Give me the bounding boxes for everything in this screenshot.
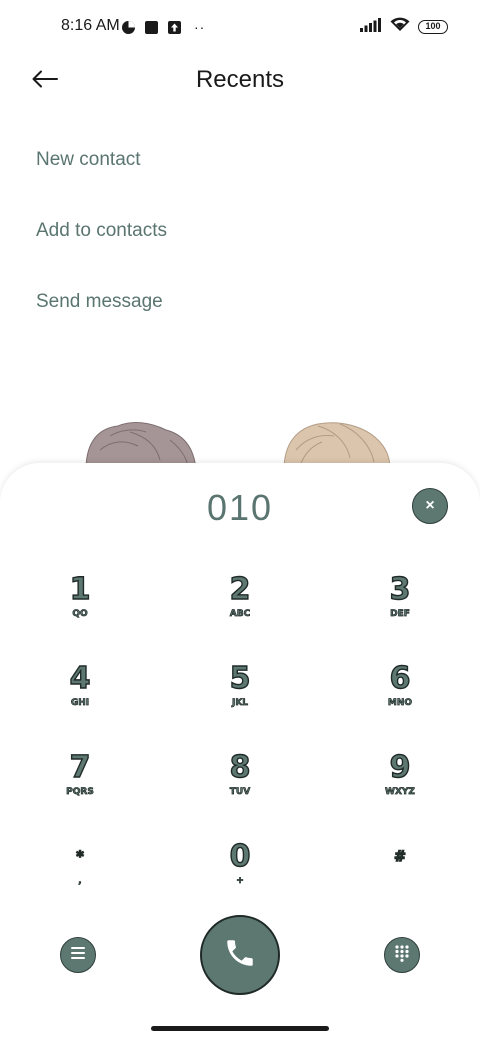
dialpad-icon (394, 944, 410, 967)
key-digit: 1 (69, 572, 91, 607)
key-letters: ABC (229, 609, 251, 620)
key-4[interactable]: 4 GHI (30, 661, 130, 742)
dialed-number: 010 (206, 487, 274, 528)
data-saver-icon (121, 20, 136, 35)
key-digit: * (76, 848, 85, 865)
key-letters: PQRS (66, 787, 94, 798)
call-button[interactable] (200, 915, 280, 995)
key-letters: , (78, 876, 82, 887)
battery-icon: 100 (418, 20, 448, 34)
key-digit: 3 (389, 572, 411, 607)
key-digit: 4 (69, 661, 91, 696)
clear-button[interactable]: × (412, 488, 448, 524)
menu-icon (70, 946, 86, 965)
new-contact-option[interactable]: New contact (36, 148, 167, 219)
key-letters: TUV (229, 787, 251, 798)
key-letters: + (236, 876, 244, 887)
key-7[interactable]: 7 PQRS (30, 750, 130, 831)
menu-button[interactable] (60, 937, 96, 973)
status-time: 8:16 AM (61, 17, 120, 34)
voicemail-icon: QO (72, 609, 88, 620)
key-digit: 9 (389, 750, 411, 785)
key-hash[interactable]: # (350, 840, 450, 920)
key-0[interactable]: 0 + (190, 839, 290, 920)
square-notification-icon (144, 20, 159, 35)
key-letters: GHI (70, 698, 90, 709)
key-letters: DEF (390, 609, 410, 620)
key-letters: JKL (231, 698, 249, 709)
key-6[interactable]: 6 MNO (350, 661, 450, 742)
key-8[interactable]: 8 TUV (190, 750, 290, 831)
number-options: New contact Add to contacts Send message (36, 148, 167, 361)
system-icons: 100 (360, 17, 448, 37)
close-icon: × (425, 497, 435, 514)
key-letters: WXYZ (385, 787, 416, 798)
key-digit: 7 (69, 750, 91, 785)
upload-notification-icon (167, 20, 182, 35)
signal-icon (360, 17, 382, 37)
key-star[interactable]: * , (30, 840, 130, 920)
status-bar: 8:16 AM ·· 100 (0, 0, 480, 56)
add-to-contacts-option[interactable]: Add to contacts (36, 219, 167, 290)
key-2[interactable]: 2 ABC (190, 572, 290, 653)
more-notifications: ·· (194, 19, 206, 35)
page-title: Recents (195, 66, 285, 93)
send-message-option[interactable]: Send message (36, 290, 167, 361)
notification-icons: ·· (121, 19, 205, 35)
key-digit: 0 (229, 839, 251, 874)
key-9[interactable]: 9 WXYZ (350, 750, 450, 831)
dialpad-toggle-button[interactable] (384, 937, 420, 973)
key-digit: # (393, 848, 406, 865)
key-digit: 6 (389, 661, 411, 696)
key-letters: MNO (387, 698, 413, 709)
wifi-icon (390, 17, 410, 37)
phone-icon (223, 936, 257, 975)
dialpad-sheet: 010 × 1 QO 2 ABC 3 DEF 4 GHI 5 JKL 6 MNO (0, 463, 480, 1040)
key-5[interactable]: 5 JKL (190, 661, 290, 742)
key-digit: 8 (229, 750, 251, 785)
key-3[interactable]: 3 DEF (350, 572, 450, 653)
key-digit: 2 (229, 572, 251, 607)
key-1[interactable]: 1 QO (30, 572, 130, 653)
gesture-nav-handle[interactable] (151, 1026, 329, 1031)
key-digit: 5 (229, 661, 251, 696)
